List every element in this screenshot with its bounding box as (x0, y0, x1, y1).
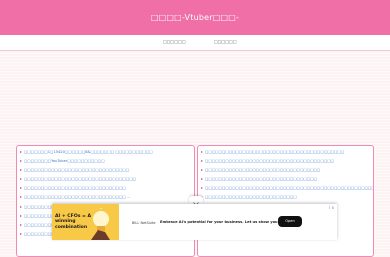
ad-collapse-button[interactable] (189, 196, 203, 206)
ad-image[interactable]: AI + CFOs = A winning combination (52, 204, 119, 240)
list-item[interactable]: □□□□□□□□□□□□□□□□□□□□□□□□□□□□□□□□□ (17, 175, 194, 184)
list-item[interactable]: □□□□□□□□□□□□□□□□□□□□□□□□□□□□□□ ... (17, 193, 194, 202)
list-item[interactable]: □□□□□□□□□□□□□□□□□□□□□□□□□□□□□□□□□□ (198, 166, 373, 175)
nav-item-2[interactable]: □□□□□□ (214, 39, 237, 44)
article-list-right: □□□□□□□□□□□□□□□□□□□□□□□□□□□□□□□□□□□□□□□□… (197, 145, 374, 257)
ad-info-icon[interactable]: i x (329, 205, 334, 210)
list-item[interactable]: □□□□□□□□YouTuber□□□□□□□□□□□ (17, 157, 194, 166)
site-header: □□□□-Vtuber□□□- (0, 0, 390, 35)
article-list-left: □□□□□□□1□15420□□□□□□8&□□□□□□□ □□□□□□□□□□… (16, 145, 195, 257)
ad-open-button[interactable]: Open (278, 216, 302, 227)
ad-text: Embrace AI's potential for your business… (160, 220, 289, 224)
nav-item-1[interactable]: □□□□□□ (163, 39, 186, 44)
ad-brand: BILL NetSuite (132, 221, 156, 225)
list-item[interactable]: □□□□□□□□□□□□□□□□□□□□□□□□□□□□□□□□□ (198, 175, 373, 184)
list-item[interactable]: □□□□□□□1□15420□□□□□□8&□□□□□□□ □□□□□□□□□□… (17, 148, 194, 157)
list-item[interactable]: □□□□□□□□□□□□□□□□□□□□□□□□□□□ (198, 193, 373, 202)
lightbulb-icon (88, 208, 114, 240)
site-title[interactable]: □□□□-Vtuber□□□- (151, 13, 239, 22)
nav-bar: □□□□□□ □□□□□□ (0, 35, 390, 51)
list-item[interactable]: □□□□□□□□□□□□□□□□□□□□□□□□□□□□□□□□□□□□□□ (198, 157, 373, 166)
list-item[interactable]: □□□□□□□□□□□□□□□□□□□□□□□□□□□□□□□□□□□□□□□□… (198, 148, 373, 157)
list-item[interactable]: □□□□□□□□□□□□□□□□□□□□□□□□□□□□□□□□□□□□□□□□… (198, 184, 373, 193)
list-item[interactable]: □□□□□□□□□□□□□□□□□□□□□□□□□□□□□□ (17, 184, 194, 193)
ad-banner[interactable]: AI + CFOs = A winning combination BILL N… (52, 204, 337, 240)
list-item[interactable]: □□□□□□□□□□□□□□□□□□□□□□□□□□□□□□□ (17, 166, 194, 175)
